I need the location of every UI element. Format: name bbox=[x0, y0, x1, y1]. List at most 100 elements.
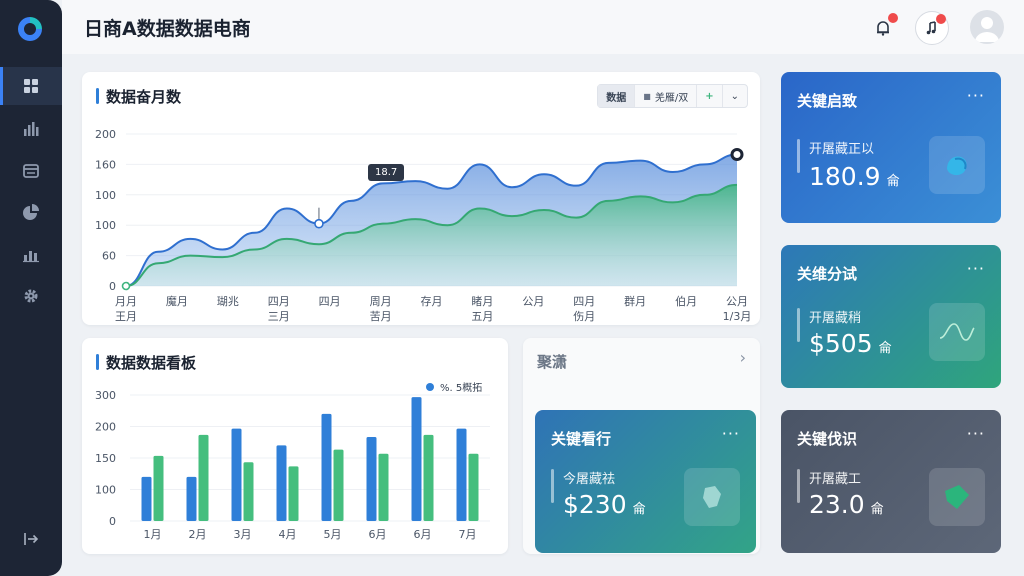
x-tick-label: 四月 bbox=[319, 295, 341, 308]
x-tick-sublabel: 1/3月 bbox=[723, 310, 752, 323]
bar-series-1 bbox=[321, 413, 332, 521]
stat-1-number: 180.9 bbox=[809, 162, 881, 191]
mini-card-chevron[interactable]: › bbox=[740, 348, 746, 367]
music-button[interactable] bbox=[915, 11, 949, 45]
gear-icon bbox=[24, 289, 38, 303]
stat-3-title: 关键看行 bbox=[551, 430, 612, 448]
bar-series-2 bbox=[333, 449, 344, 521]
user-avatar-icon bbox=[975, 17, 999, 42]
x-tick-label: 4月 bbox=[279, 528, 297, 541]
series-start-point bbox=[121, 281, 131, 291]
y-tick-label: 60 bbox=[102, 250, 116, 263]
x-tick-sublabel: 苦月 bbox=[370, 310, 392, 323]
trend-chart-card: 数据奋月数 数据 ■ 羌雁/双 + ⌄ 200 160 100 100 60 0 月月 王月魔… bbox=[82, 72, 760, 325]
x-tick-sublabel: 王月 bbox=[115, 310, 137, 323]
avatar[interactable] bbox=[970, 10, 1004, 44]
x-tick-label: 3月 bbox=[234, 528, 252, 541]
stat-2-label: 开屠藏稍 bbox=[797, 307, 861, 342]
bar-series-2 bbox=[153, 455, 164, 521]
stat-card-3[interactable]: 关键看行 ··· 今屠藏祛 $230 侖 bbox=[535, 410, 756, 553]
notification-button[interactable] bbox=[866, 11, 900, 45]
stat-4-unit: 侖 bbox=[870, 502, 884, 517]
bar-series-2 bbox=[243, 462, 254, 521]
series-end-point bbox=[730, 148, 744, 162]
x-tick-label: 周月 bbox=[370, 295, 392, 308]
x-tick-label: 5月 bbox=[324, 528, 342, 541]
stat-3-icon-box bbox=[684, 468, 740, 526]
y-tick-label: 300 bbox=[95, 389, 116, 402]
wave-icon bbox=[939, 323, 975, 341]
x-tick-label: 睹月 bbox=[471, 294, 493, 308]
stat-2-unit: 侖 bbox=[878, 341, 892, 356]
stat-1-more-button[interactable]: ··· bbox=[967, 86, 985, 105]
x-tick-label: 6月 bbox=[369, 528, 387, 541]
page-title: 日商A数据数据电商 bbox=[84, 18, 251, 40]
x-tick-label: 公月 bbox=[522, 295, 544, 308]
nav-pie[interactable] bbox=[0, 193, 62, 231]
table-icon bbox=[23, 164, 39, 178]
bar-chart: 300 200 150 100 0 1月 2月 3月 4月 5月 6月 6月 7月 bbox=[95, 389, 490, 541]
x-tick-label: 魔月 bbox=[166, 294, 188, 308]
bar-series-2 bbox=[468, 453, 479, 521]
music-badge bbox=[936, 14, 946, 24]
y-tick-label: 100 bbox=[95, 219, 116, 232]
y-tick-label: 150 bbox=[95, 452, 116, 465]
stat-3-more-button[interactable]: ··· bbox=[722, 424, 740, 443]
report-icon bbox=[23, 251, 39, 263]
stat-3-value: $230 侖 bbox=[563, 490, 646, 519]
sidebar bbox=[0, 0, 62, 576]
bar-series-1 bbox=[186, 476, 197, 521]
nav-table[interactable] bbox=[0, 152, 62, 190]
bar-series-2 bbox=[378, 453, 389, 521]
stat-4-number: 23.0 bbox=[809, 490, 865, 519]
chart-tooltip: 18.7 bbox=[368, 164, 405, 181]
bar-series-1 bbox=[276, 445, 287, 521]
stat-4-label: 开屠藏工 bbox=[797, 468, 861, 503]
stat-2-number: $505 bbox=[809, 329, 873, 358]
stat-2-more-button[interactable]: ··· bbox=[967, 259, 985, 278]
nav-analytics[interactable] bbox=[0, 110, 62, 148]
x-tick-sublabel: 三月 bbox=[268, 310, 290, 323]
x-tick-sublabel: 伤月 bbox=[573, 310, 595, 323]
nav-dashboard[interactable] bbox=[0, 67, 62, 105]
x-tick-label: 存月 bbox=[421, 294, 443, 308]
bar-series-1 bbox=[411, 397, 422, 521]
dashboard-icon bbox=[24, 79, 38, 93]
nav-settings[interactable] bbox=[0, 277, 62, 315]
x-tick-label: 四月 bbox=[268, 295, 290, 308]
stat-2-icon-box bbox=[929, 303, 985, 361]
stat-1-icon-box bbox=[929, 136, 985, 194]
x-tick-label: 1月 bbox=[144, 528, 162, 541]
mini-card-title: 聚潇 bbox=[537, 353, 568, 371]
x-tick-label: 月月 bbox=[115, 295, 137, 308]
stat-4-title: 关键伐识 bbox=[797, 430, 858, 448]
stat-4-more-button[interactable]: ··· bbox=[967, 424, 985, 443]
x-tick-label: 6月 bbox=[414, 528, 432, 541]
y-tick-label: 100 bbox=[95, 484, 116, 497]
leaf-icon bbox=[947, 156, 967, 176]
x-tick-label: 四月 bbox=[573, 295, 595, 308]
stat-1-label: 开屠藏正以 bbox=[797, 138, 874, 173]
bar-series-1 bbox=[141, 476, 152, 521]
stat-1-value: 180.9 侖 bbox=[809, 162, 900, 191]
top-header: 日商A数据数据电商 bbox=[62, 0, 1024, 54]
stat-4-icon-box bbox=[929, 468, 985, 526]
notification-badge bbox=[888, 13, 898, 23]
y-tick-label: 100 bbox=[95, 189, 116, 202]
nav-report[interactable] bbox=[0, 235, 62, 273]
x-tick-label: 群月 bbox=[624, 294, 646, 308]
x-tick-label: 7月 bbox=[459, 528, 477, 541]
nav-logout[interactable] bbox=[0, 520, 62, 558]
stat-card-4[interactable]: 关键伐识 ··· 开屠藏工 23.0 侖 bbox=[781, 410, 1001, 553]
stat-2-value: $505 侖 bbox=[809, 329, 892, 358]
bar-series-2 bbox=[288, 466, 299, 521]
app-logo-icon[interactable] bbox=[15, 14, 45, 44]
logout-icon bbox=[24, 533, 39, 545]
stat-card-1[interactable]: 关键启致 ··· 开屠藏正以 180.9 侖 bbox=[781, 72, 1001, 223]
bar-series-1 bbox=[366, 437, 377, 521]
stat-card-2[interactable]: 关维分试 ··· 开屠藏稍 $505 侖 bbox=[781, 245, 1001, 388]
stat-3-unit: 侖 bbox=[632, 502, 646, 517]
bar-series-2 bbox=[423, 434, 434, 521]
bar-chart-card: 数据数据看板 %. 5概拓 300 200 150 100 0 1月 2月 3月 4月 5月 6月 6… bbox=[82, 338, 508, 554]
y-tick-label: 200 bbox=[95, 128, 116, 141]
